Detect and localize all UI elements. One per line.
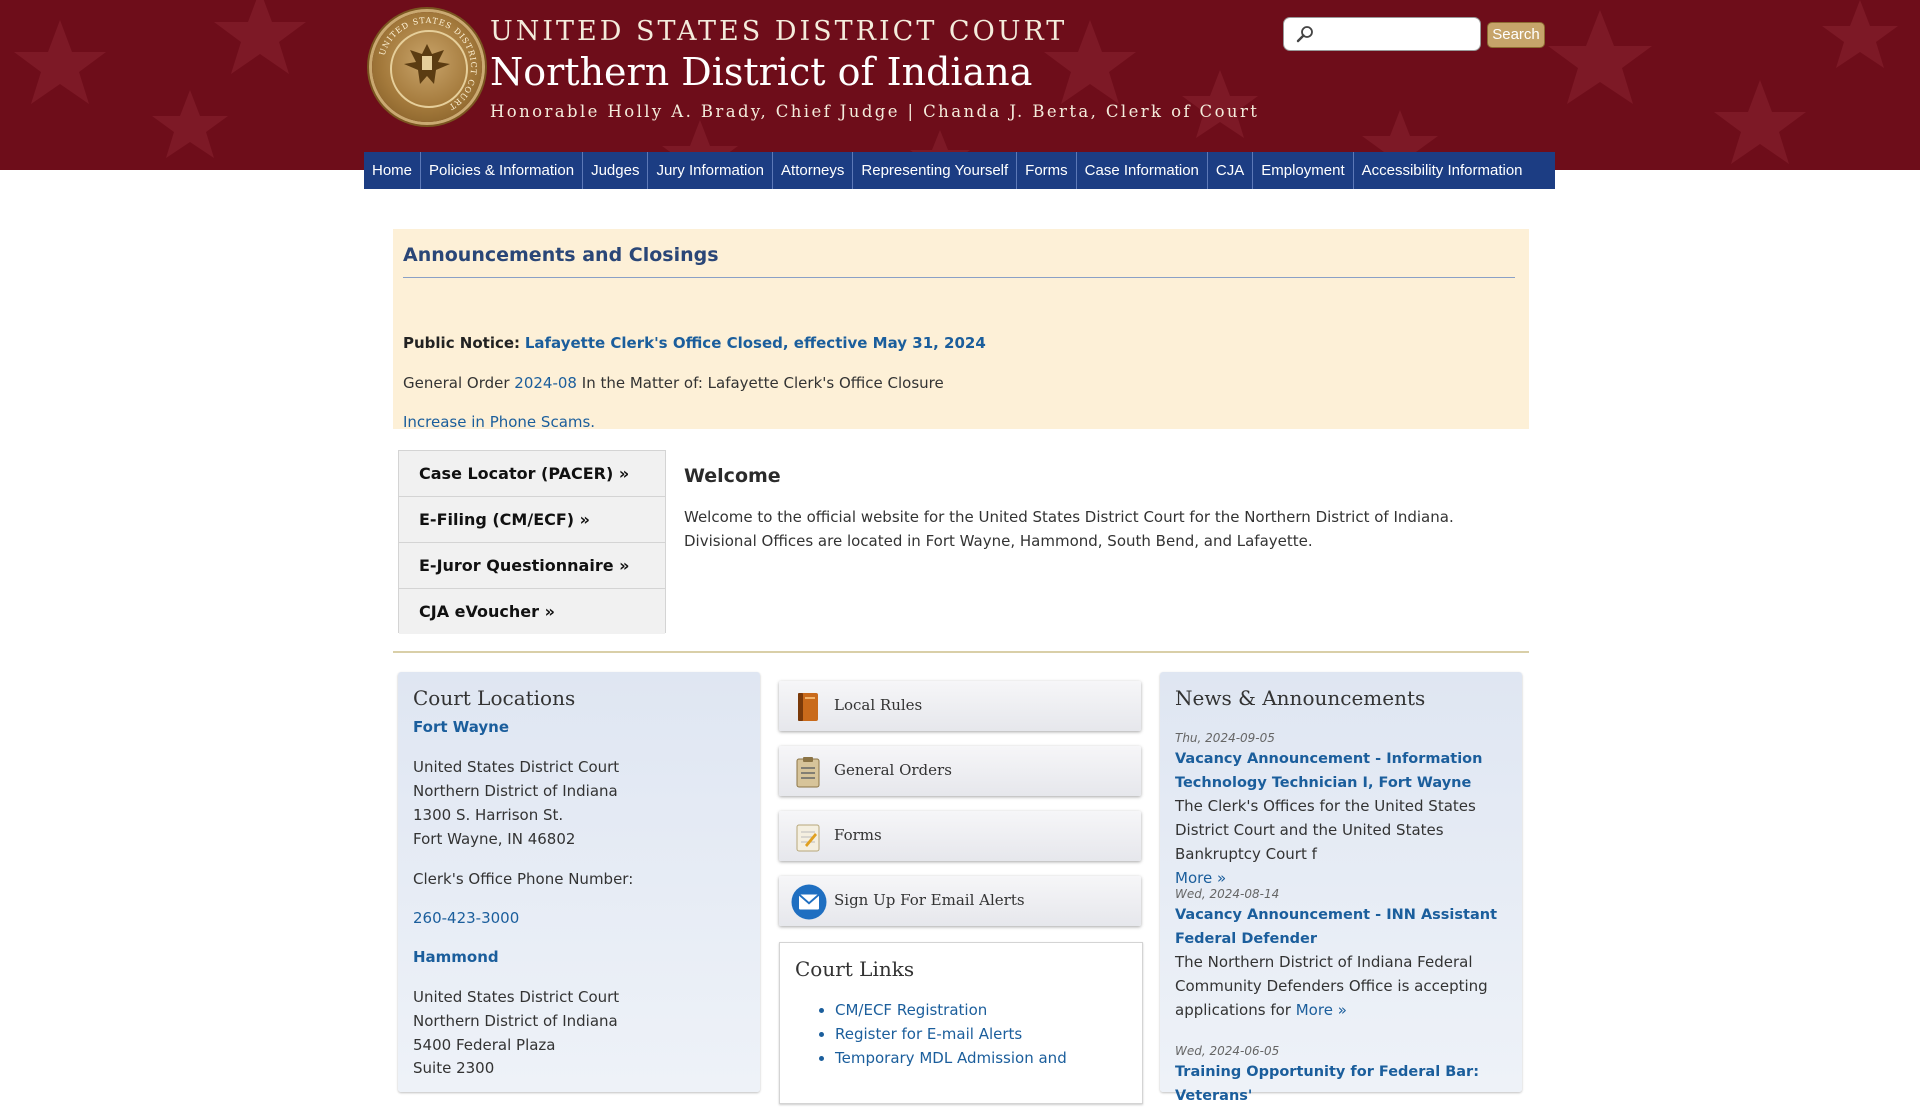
news-item-title-link[interactable]: Vacancy Announcement - Information Techn… xyxy=(1175,747,1515,795)
hammond-address-line4: Suite 2300 xyxy=(413,1059,495,1077)
general-order-link[interactable]: 2024-08 xyxy=(514,374,577,392)
search-box xyxy=(1283,17,1481,51)
main-content: Announcements and Closings Public Notice… xyxy=(364,189,1555,1104)
fort-wayne-address-line4: Fort Wayne, IN 46802 xyxy=(413,830,576,848)
location-hammond-link[interactable]: Hammond xyxy=(413,945,499,969)
court-link-item[interactable]: Register for E-mail Alerts xyxy=(835,1022,1067,1046)
quick-link-e-juror[interactable]: E-Juror Questionnaire » xyxy=(399,543,665,589)
fort-wayne-address-line3: 1300 S. Harrison St. xyxy=(413,806,564,824)
court-locations-panel: Court Locations Fort Wayne United States… xyxy=(398,672,760,1092)
nav-representing-yourself[interactable]: Representing Yourself xyxy=(853,152,1018,189)
court-officials-line: Honorable Holly A. Brady, Chief Judge | … xyxy=(490,102,1260,121)
news-item-title-link[interactable]: Training Opportunity for Federal Bar: Ve… xyxy=(1175,1060,1515,1108)
eagle-icon: UNITED STATES DISTRICT COURT xyxy=(378,16,477,112)
fort-wayne-address-line2: Northern District of Indiana xyxy=(413,782,618,800)
court-name-line1: UNITED STATES DISTRICT COURT xyxy=(490,16,1068,47)
court-locations-title: Court Locations xyxy=(413,686,576,710)
nav-accessibility-information[interactable]: Accessibility Information xyxy=(1354,152,1531,189)
news-item-title-link[interactable]: Vacancy Announcement - INN Assistant Fed… xyxy=(1175,903,1515,951)
welcome-title: Welcome xyxy=(684,465,781,487)
general-order-notice: General Order 2024-08 In the Matter of: … xyxy=(403,374,944,392)
forms-label: Forms xyxy=(834,826,882,844)
phone-scam-notice: Increase in Phone Scams. xyxy=(403,413,595,431)
section-divider xyxy=(393,651,1529,653)
nav-attorneys[interactable]: Attorneys xyxy=(773,152,854,189)
general-orders-button[interactable]: General Orders xyxy=(779,746,1141,796)
local-rules-label: Local Rules xyxy=(834,696,923,714)
public-notice: Public Notice: Lafayette Clerk's Office … xyxy=(403,334,986,352)
court-link-cmecf-registration[interactable]: CM/ECF Registration xyxy=(835,1001,987,1019)
forms-button[interactable]: Forms xyxy=(779,811,1141,861)
phone-scam-link[interactable]: Increase in Phone Scams. xyxy=(403,413,595,431)
court-links-title: Court Links xyxy=(795,957,915,981)
local-rules-button[interactable]: Local Rules xyxy=(779,681,1141,731)
quick-link-e-filing[interactable]: E-Filing (CM/ECF) » xyxy=(399,497,665,543)
notepad-icon xyxy=(796,824,820,852)
news-more-link[interactable]: More » xyxy=(1296,1001,1347,1019)
announcements-divider xyxy=(403,277,1515,278)
clipboard-icon xyxy=(796,757,820,788)
nav-policies-information[interactable]: Policies & Information xyxy=(421,152,584,189)
nav-judges[interactable]: Judges xyxy=(583,152,649,189)
fort-wayne-phone-label: Clerk's Office Phone Number: xyxy=(413,870,634,888)
news-item-excerpt: The Clerk's Offices for the United State… xyxy=(1175,797,1476,863)
quick-link-case-locator[interactable]: Case Locator (PACER) » xyxy=(399,451,665,497)
email-alerts-button[interactable]: Sign Up For Email Alerts xyxy=(779,876,1141,926)
news-item-body: The Clerk's Offices for the United State… xyxy=(1175,794,1515,890)
quick-links-menu: Case Locator (PACER) » E-Filing (CM/ECF)… xyxy=(398,450,666,634)
main-navigation: Home Policies & Information Judges Jury … xyxy=(364,152,1555,189)
news-date: Wed, 2024-08-14 xyxy=(1175,887,1280,901)
court-seal-logo[interactable]: UNITED STATES DISTRICT COURT xyxy=(372,12,482,122)
nav-jury-information[interactable]: Jury Information xyxy=(648,152,774,189)
news-more-link[interactable]: More » xyxy=(1175,869,1226,887)
book-icon xyxy=(798,693,818,721)
public-notice-label: Public Notice: xyxy=(403,334,521,352)
envelope-icon xyxy=(791,884,827,920)
quick-link-cja-evoucher[interactable]: CJA eVoucher » xyxy=(399,589,665,634)
court-name-line2[interactable]: Northern District of Indiana xyxy=(490,50,1032,94)
court-link-item[interactable]: Temporary MDL Admission and xyxy=(835,1046,1067,1070)
general-order-suffix: In the Matter of: Lafayette Clerk's Offi… xyxy=(581,374,944,392)
welcome-text: Welcome to the official website for the … xyxy=(684,508,1454,550)
hammond-address-line2: Northern District of Indiana xyxy=(413,1012,618,1030)
nav-cja[interactable]: CJA xyxy=(1208,152,1254,189)
nav-home[interactable]: Home xyxy=(364,152,422,189)
search-input[interactable] xyxy=(1320,22,1474,48)
public-notice-link[interactable]: Lafayette Clerk's Office Closed, effecti… xyxy=(525,334,986,352)
general-orders-label: General Orders xyxy=(834,761,952,779)
nav-employment[interactable]: Employment xyxy=(1253,152,1354,189)
site-header: UNITED STATES DISTRICT COURT UNITED STAT… xyxy=(0,0,1920,170)
announcements-panel: Announcements and Closings Public Notice… xyxy=(393,229,1529,431)
news-date: Wed, 2024-06-05 xyxy=(1175,1044,1280,1058)
hammond-address-line1: United States District Court xyxy=(413,988,620,1006)
search-button[interactable]: Search xyxy=(1487,22,1545,48)
nav-forms[interactable]: Forms xyxy=(1017,152,1077,189)
court-link-item[interactable]: CM/ECF Registration xyxy=(835,998,1067,1022)
email-alerts-label: Sign Up For Email Alerts xyxy=(834,891,1025,909)
announcements-title: Announcements and Closings xyxy=(403,244,719,266)
court-link-mdl-admission[interactable]: Temporary MDL Admission and xyxy=(835,1049,1067,1067)
news-title: News & Announcements xyxy=(1175,686,1426,710)
location-fort-wayne-link[interactable]: Fort Wayne xyxy=(413,715,509,739)
hammond-address-line3: 5400 Federal Plaza xyxy=(413,1036,556,1054)
court-link-email-alerts[interactable]: Register for E-mail Alerts xyxy=(835,1025,1022,1043)
general-order-prefix: General Order xyxy=(403,374,510,392)
fort-wayne-address-line1: United States District Court xyxy=(413,758,620,776)
news-announcements-panel: News & Announcements Thu, 2024-09-05 Vac… xyxy=(1160,672,1522,1104)
search-icon xyxy=(1296,26,1313,43)
fort-wayne-phone-link[interactable]: 260-423-3000 xyxy=(413,906,519,930)
court-links-list: CM/ECF Registration Register for E-mail … xyxy=(835,998,1067,1070)
news-item-body: The Northern District of Indiana Federal… xyxy=(1175,950,1515,1022)
news-date: Thu, 2024-09-05 xyxy=(1175,731,1275,745)
nav-case-information[interactable]: Case Information xyxy=(1077,152,1208,189)
